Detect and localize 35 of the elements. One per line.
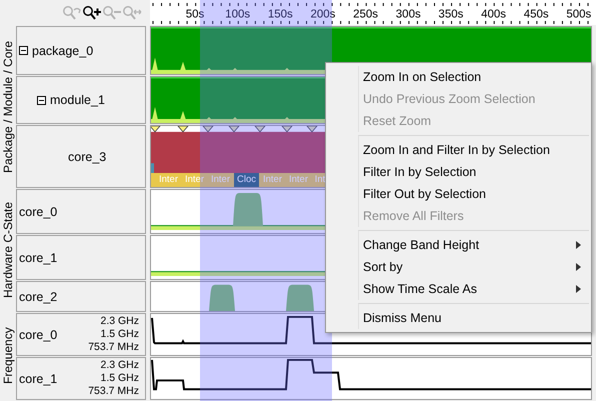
menu-item[interactable]: Sort by — [359, 256, 589, 278]
row-label: core_1 — [19, 372, 58, 386]
row-label: core_1 — [19, 250, 58, 264]
menu-item[interactable]: Dismiss Menu — [359, 307, 589, 329]
group-title: Package / Module / Core — [0, 39, 16, 175]
scale-label: 753.7 MHz — [88, 341, 139, 354]
row-label: core_0 — [19, 204, 58, 218]
scale-label: 1.5 GHz — [100, 372, 139, 385]
event-label: Cloc — [234, 173, 259, 187]
menu-item[interactable]: Filter In by Selection — [359, 161, 589, 183]
row-label: core_3 — [68, 150, 106, 164]
menu-item[interactable]: Change Band Height — [359, 234, 589, 256]
group-title: Hardware C-State — [0, 200, 16, 300]
row-label: package_0 — [32, 44, 94, 58]
menu-item[interactable]: Show Time Scale As — [359, 278, 589, 300]
time-ruler: 50s 100s 150s 200s 250s 300s 350s 400s 450s 500s — [150, 0, 596, 25]
row-label: core_0 — [19, 328, 58, 342]
expander-icon[interactable] — [37, 96, 46, 104]
scale-label: 2.3 GHz — [100, 359, 139, 372]
activity-bump — [209, 284, 235, 311]
submenu-arrow-icon — [576, 263, 581, 271]
zoom-in-icon[interactable] — [82, 4, 102, 20]
submenu-arrow-icon — [576, 241, 581, 249]
row-label: core_2 — [19, 290, 58, 304]
row-label: module_1 — [50, 93, 105, 107]
scale-label: 753.7 MHz — [88, 385, 139, 398]
group-title: Frequency — [0, 326, 16, 386]
menu-item[interactable]: Filter Out by Selection — [359, 183, 589, 205]
expander-icon[interactable] — [19, 46, 28, 55]
scale-label: 2.3 GHz — [100, 315, 139, 328]
scale-label: 1.5 GHz — [100, 328, 139, 341]
activity-bump — [233, 193, 263, 226]
submenu-arrow-icon — [576, 285, 581, 293]
activity-bump — [286, 284, 314, 311]
menu-item[interactable]: Zoom In on Selection — [359, 66, 589, 88]
